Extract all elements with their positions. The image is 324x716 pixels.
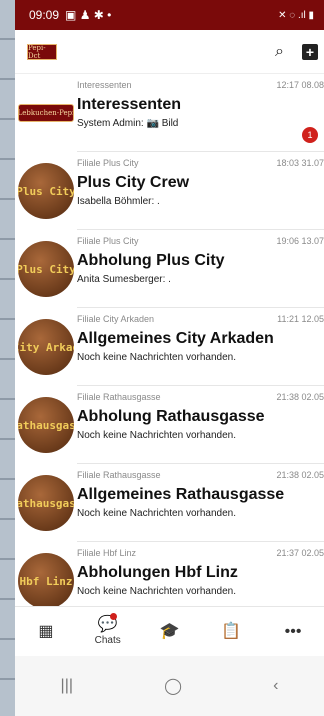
chat-meta: Filiale Plus City 19:06 13.07 — [77, 236, 324, 246]
chat-preview: System Admin: 📷 Bild — [77, 118, 179, 129]
chat-list-item[interactable]: RathausgassFiliale Rathausgasse 21:38 02.… — [15, 464, 324, 542]
avatar-wrap: Hbf Linz — [15, 542, 77, 606]
system-nav-bar: ||| ◯ ‹ — [15, 656, 324, 716]
back-button[interactable]: ‹ — [273, 677, 278, 695]
chat-list-item[interactable]: RathausgassFiliale Rathausgasse 21:38 02.… — [15, 386, 324, 464]
tab-academy[interactable]: 🎓 — [139, 607, 199, 657]
chat-content: Filiale Rathausgasse 21:38 02.05 Allgemein… — [77, 464, 324, 542]
chat-preview: Noch keine Nachrichten vorhanden. — [77, 352, 236, 363]
chat-time: 21:37 02.05 — [276, 548, 324, 558]
chat-content: Interessenten 12:17 08.08 Interessenten Sys… — [77, 74, 324, 152]
chat-content: Filiale Plus City 19:06 13.07 Abholung Plu… — [77, 230, 324, 308]
home-button[interactable]: ◯ — [164, 676, 182, 696]
avatar: Plus City — [18, 163, 74, 219]
academy-icon: 🎓 — [159, 622, 180, 640]
chat-list-item[interactable]: City ArkadFiliale City Arkaden 11:21 12.0… — [15, 308, 324, 386]
chat-content: Filiale Plus City 18:03 31.07 Plus City Cr… — [77, 152, 324, 230]
chat-list[interactable]: Lebkuchen-Pepi Interessenten 12:17 08.08 In… — [15, 74, 324, 606]
chat-content: Filiale City Arkaden 11:21 12.05 Allgemein… — [77, 308, 324, 386]
chat-time: 21:38 02.05 — [276, 470, 324, 480]
chat-title: Abholung Rathausgasse — [77, 408, 265, 425]
chat-title: Interessenten — [77, 96, 182, 113]
chat-preview: Noch keine Nachrichten vorhanden. — [77, 508, 236, 519]
chat-time: 18:03 31.07 — [276, 158, 324, 168]
bottom-tab-bar: ▦ 💬 Chats 🎓 📋 ••• — [15, 606, 324, 656]
chat-preview: Isabella Böhmler: . — [77, 196, 160, 207]
avatar-wrap: City Arkad — [15, 308, 77, 386]
chat-title: Allgemeines City Arkaden — [77, 330, 274, 347]
avatar: Lebkuchen-Pepi — [18, 104, 74, 122]
chat-title: Allgemeines Rathausgasse — [77, 486, 285, 503]
chat-group: Filiale Rathausgasse — [77, 392, 161, 402]
chat-meta: Filiale City Arkaden 11:21 12.05 — [77, 314, 324, 324]
chat-title: Plus City Crew — [77, 174, 190, 191]
chat-content: Filiale Hbf Linz 21:37 02.05 Abholungen Hb… — [77, 542, 324, 606]
more-icon: ••• — [284, 622, 302, 640]
avatar: Rathausgass — [18, 475, 74, 531]
avatar-wrap: Rathausgass — [15, 386, 77, 464]
avatar-wrap: Lebkuchen-Pepi — [15, 74, 77, 152]
chat-group: Interessenten — [77, 80, 132, 90]
chat-meta: Filiale Rathausgasse 21:38 02.05 — [77, 392, 324, 402]
status-system-icons: ✕ ◌ .ıl ▮ — [278, 9, 314, 21]
chat-meta: Interessenten 12:17 08.08 — [77, 80, 324, 90]
chat-list-item[interactable]: Plus City Filiale Plus City 18:03 31.07 Plu… — [15, 152, 324, 230]
chat-list-item[interactable]: Plus City Filiale Plus City 19:06 13.07 Abh… — [15, 230, 324, 308]
chat-title: Abholung Plus City — [77, 252, 225, 269]
chat-time: 21:38 02.05 — [276, 392, 324, 402]
chat-list-item[interactable]: Lebkuchen-Pepi Interessenten 12:17 08.08 In… — [15, 74, 324, 152]
app-bar: Pepi-Dct ⌕ + — [15, 30, 324, 74]
chat-preview: Noch keine Nachrichten vorhanden. — [77, 586, 236, 597]
phone-screen: 09:09 ▣ ♟ ✱ • ✕ ◌ .ıl ▮ Pepi-Dct ⌕ + Leb… — [15, 0, 324, 716]
dashboard-icon: ▦ — [38, 622, 54, 640]
tasks-icon: 📋 — [221, 622, 242, 640]
unread-badge: 1 — [302, 127, 318, 143]
chat-content: Filiale Rathausgasse 21:38 02.05 Abholung … — [77, 386, 324, 464]
avatar-wrap: Plus City — [15, 230, 77, 308]
chat-group: Filiale Rathausgasse — [77, 470, 161, 480]
chat-title: Abholungen Hbf Linz — [77, 564, 238, 581]
avatar: City Arkad — [18, 319, 74, 375]
search-icon[interactable]: ⌕ — [275, 43, 284, 60]
chat-group: Filiale City Arkaden — [77, 314, 155, 324]
add-chat-icon[interactable]: + — [302, 43, 318, 60]
avatar: Rathausgass — [18, 397, 74, 453]
chat-time: 19:06 13.07 — [276, 236, 324, 246]
tab-more[interactable]: ••• — [263, 607, 323, 657]
chat-preview: Noch keine Nachrichten vorhanden. — [77, 430, 236, 441]
tab-label: Chats — [94, 635, 121, 646]
tab-chats[interactable]: 💬 Chats — [78, 607, 138, 657]
avatar: Plus City — [18, 241, 74, 297]
chat-group: Filiale Hbf Linz — [77, 548, 137, 558]
recents-button[interactable]: ||| — [61, 677, 73, 695]
app-logo: Pepi-Dct — [27, 43, 57, 60]
status-notification-icons: ▣ ♟ ✱ • — [65, 8, 112, 22]
chat-list-item[interactable]: Hbf Linz Filiale Hbf Linz 21:37 02.05 Abhol… — [15, 542, 324, 606]
chat-time: 12:17 08.08 — [276, 80, 324, 90]
status-bar: 09:09 ▣ ♟ ✱ • ✕ ◌ .ıl ▮ — [15, 0, 324, 30]
avatar: Hbf Linz — [18, 553, 74, 606]
tab-dashboard[interactable]: ▦ — [16, 607, 76, 657]
chat-meta: Filiale Rathausgasse 21:38 02.05 — [77, 470, 324, 480]
status-time: 09:09 — [29, 8, 60, 22]
chat-preview: Anita Sumesberger: . — [77, 274, 171, 285]
chat-meta: Filiale Hbf Linz 21:37 02.05 — [77, 548, 324, 558]
notification-dot — [109, 612, 117, 620]
chat-group: Filiale Plus City — [77, 158, 139, 168]
chat-time: 11:21 12.05 — [277, 314, 324, 324]
chat-group: Filiale Plus City — [77, 236, 139, 246]
chat-meta: Filiale Plus City 18:03 31.07 — [77, 158, 324, 168]
avatar-wrap: Rathausgass — [15, 464, 77, 542]
tab-tasks[interactable]: 📋 — [201, 607, 261, 657]
avatar-wrap: Plus City — [15, 152, 77, 230]
